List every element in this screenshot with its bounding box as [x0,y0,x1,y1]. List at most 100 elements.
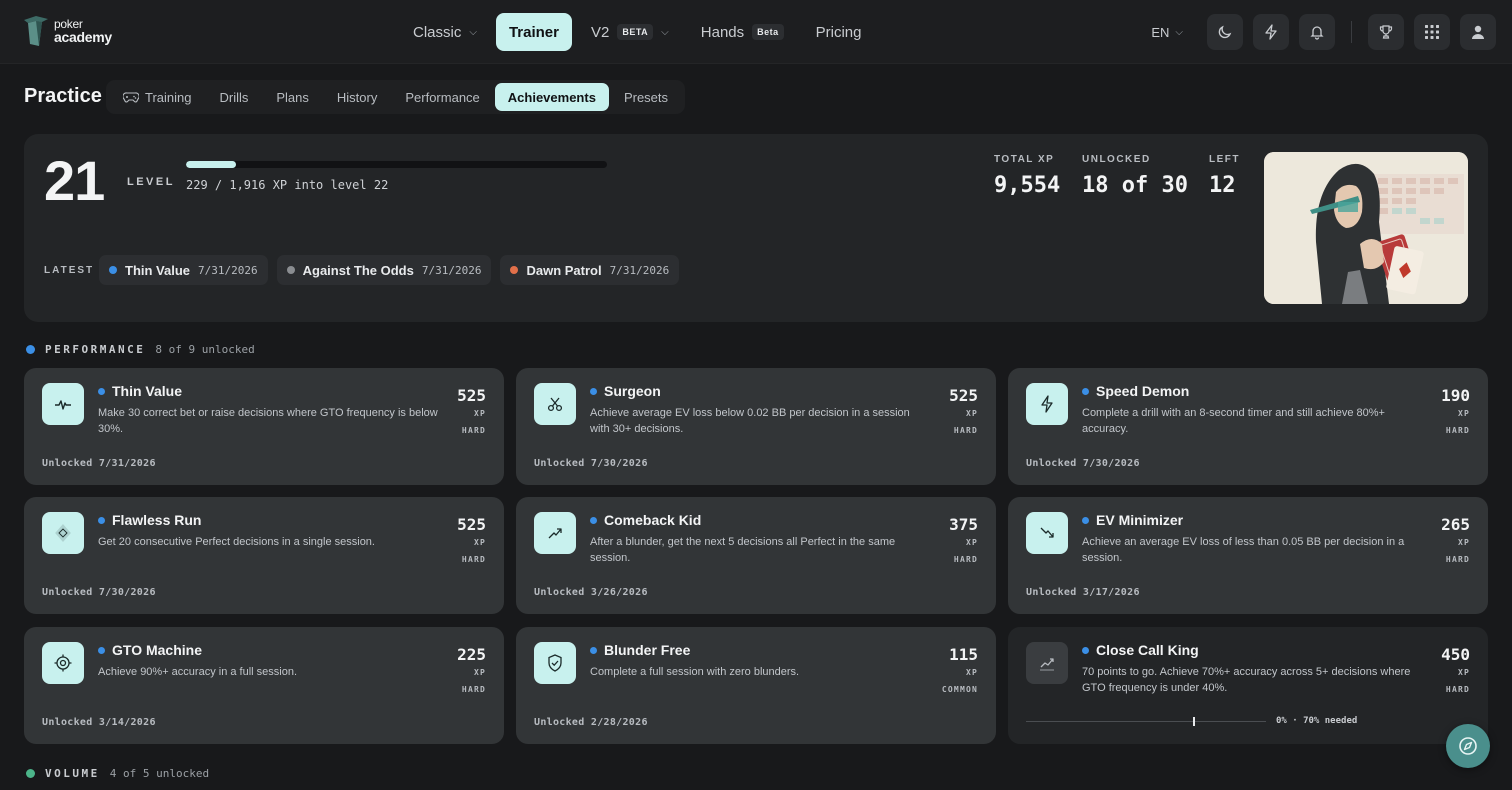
trophy-button[interactable] [1368,14,1404,50]
total-xp-stat: TOTAL XP 9,554 [994,154,1060,198]
difficulty-badge: COMMON [941,685,978,694]
xp-value: 190 [1441,386,1470,405]
xp-progress-text: 229 / 1,916 XP into level 22 [186,178,389,192]
xp-unit: XP [965,409,978,418]
level-number: 21 [44,149,105,212]
achievement-title: EV Minimizer [1096,512,1184,528]
achievement-card[interactable]: Surgeon Achieve average EV loss below 0.0… [516,368,996,485]
language-selector[interactable]: EN ⌵ [1151,25,1183,40]
achievement-description: Achieve 90%+ accuracy in a full session. [98,666,298,678]
nav-hands[interactable]: Hands Beta [688,13,797,51]
unlocked-label: UNLOCKED [1082,154,1151,165]
xp-value: 525 [457,386,486,405]
difficulty-badge: HARD [1445,426,1470,435]
xp-unit: XP [473,668,486,677]
difficulty-badge: HARD [461,555,486,564]
section-title: VOLUME [45,767,100,780]
category-dot [1082,387,1089,395]
nav-trainer-label: Trainer [508,23,559,41]
trend-down-icon [1026,512,1068,554]
shield-check-icon [534,642,576,684]
latest-achievement-name: Dawn Patrol [526,262,602,278]
xp-unit: XP [473,538,486,547]
explore-button[interactable] [1446,724,1490,768]
nav-pricing[interactable]: Pricing [803,13,875,51]
nav-classic[interactable]: Classic ⌵ [400,13,490,51]
rarity-dot [286,266,295,274]
achievement-card[interactable]: GTO Machine Achieve 90%+ accuracy in a fu… [24,627,504,744]
apps-grid-button[interactable] [1414,14,1450,50]
achievement-reward: 525 XP HARD [949,386,978,435]
section-count: 8 of 9 unlocked [155,343,255,356]
xp-value: 225 [457,645,486,664]
tab-achievements[interactable]: Achievements [494,83,609,111]
achievement-description: Complete a drill with an 8-second timer … [1082,407,1385,435]
achievement-card[interactable]: Comeback Kid After a blunder, get the nex… [516,497,996,614]
performance-section-header: PERFORMANCE 8 of 9 unlocked [26,343,255,356]
category-dot [590,387,597,395]
latest-achievement-chip[interactable]: Dawn Patrol 7/31/2026 [500,255,680,285]
category-dot [590,646,597,654]
trend-up-icon [534,512,576,554]
unlocked-value: 18 of 30 [1082,173,1188,198]
chart-line-icon [1026,642,1068,684]
profile-button[interactable] [1460,14,1496,50]
moon-icon [1218,25,1232,39]
xp-unit: XP [473,409,486,418]
rarity-dot [109,266,117,274]
notifications-button[interactable] [1299,14,1335,50]
achievement-card[interactable]: Close Call King 70 points to go. Achieve … [1008,627,1488,744]
unlocked-date: Unlocked 7/30/2026 [42,587,156,598]
achievement-card[interactable]: EV Minimizer Achieve an average EV loss o… [1008,497,1488,614]
achievement-description: Complete a full session with zero blunde… [590,666,800,678]
latest-achievements: Thin Value 7/31/2026 Against The Odds 7/31/… [99,255,680,285]
nav-v2[interactable]: V2 BETA ⌵ [578,13,682,51]
achievement-title: Surgeon [604,383,661,399]
tab-presets-label: Presets [623,89,669,105]
xp-unit: XP [965,538,978,547]
tab-presets[interactable]: Presets [611,83,681,111]
achievement-card[interactable]: Blunder Free Complete a full session with… [516,627,996,744]
xp-value: 450 [1441,645,1470,664]
achievement-title: Thin Value [112,383,183,399]
achievement-card[interactable]: Flawless Run Get 20 consecutive Perfect d… [24,497,504,614]
xp-unit: XP [1457,409,1470,418]
difficulty-badge: HARD [461,426,486,435]
tab-training[interactable]: Training [110,83,204,111]
latest-achievement-chip[interactable]: Against The Odds 7/31/2026 [276,255,492,285]
nav-right-tools: EN ⌵ [1151,14,1496,50]
tab-drills[interactable]: Drills [206,83,261,111]
achievement-reward: 265 XP HARD [1441,515,1470,564]
tab-plans[interactable]: Plans [263,83,322,111]
tab-performance[interactable]: Performance [392,83,492,111]
nav-v2-label: V2 [590,23,610,41]
left-value: 12 [1209,173,1236,198]
tab-achievements-label: Achievements [507,89,596,105]
xp-progress-fill [186,161,237,168]
achievement-card[interactable]: Thin Value Make 30 correct bet or raise d… [24,368,504,485]
quick-actions-button[interactable] [1253,14,1289,50]
gamepad-icon [123,92,139,103]
section-dot [26,769,35,778]
xp-unit: XP [1457,668,1470,677]
nav-classic-label: Classic [413,23,462,41]
xp-value: 265 [1441,515,1470,534]
category-dot [98,646,105,654]
achievement-card[interactable]: Speed Demon Complete a drill with an 8-se… [1008,368,1488,485]
unlocked-date: Unlocked 7/30/2026 [1026,458,1140,469]
xp-unit: XP [965,668,978,677]
achievement-reward: 115 XP COMMON [942,645,978,694]
total-xp-value: 9,554 [994,173,1061,198]
latest-achievement-chip[interactable]: Thin Value 7/31/2026 [99,255,268,285]
tab-history[interactable]: History [324,83,390,111]
achievement-description: Make 30 correct bet or raise decisions w… [98,407,438,435]
nav-trainer[interactable]: Trainer [495,13,572,51]
achievement-progress-text: 0% · 70% needed [1276,716,1358,726]
tab-history-label: History [336,89,378,105]
achievement-reward: 225 XP HARD [457,645,486,694]
logo[interactable]: poker academy [22,14,112,48]
achievement-description: Get 20 consecutive Perfect decisions in … [98,536,375,548]
unlocked-date: Unlocked 7/31/2026 [42,458,156,469]
total-xp-label: TOTAL XP [994,154,1055,165]
theme-toggle-button[interactable] [1207,14,1243,50]
